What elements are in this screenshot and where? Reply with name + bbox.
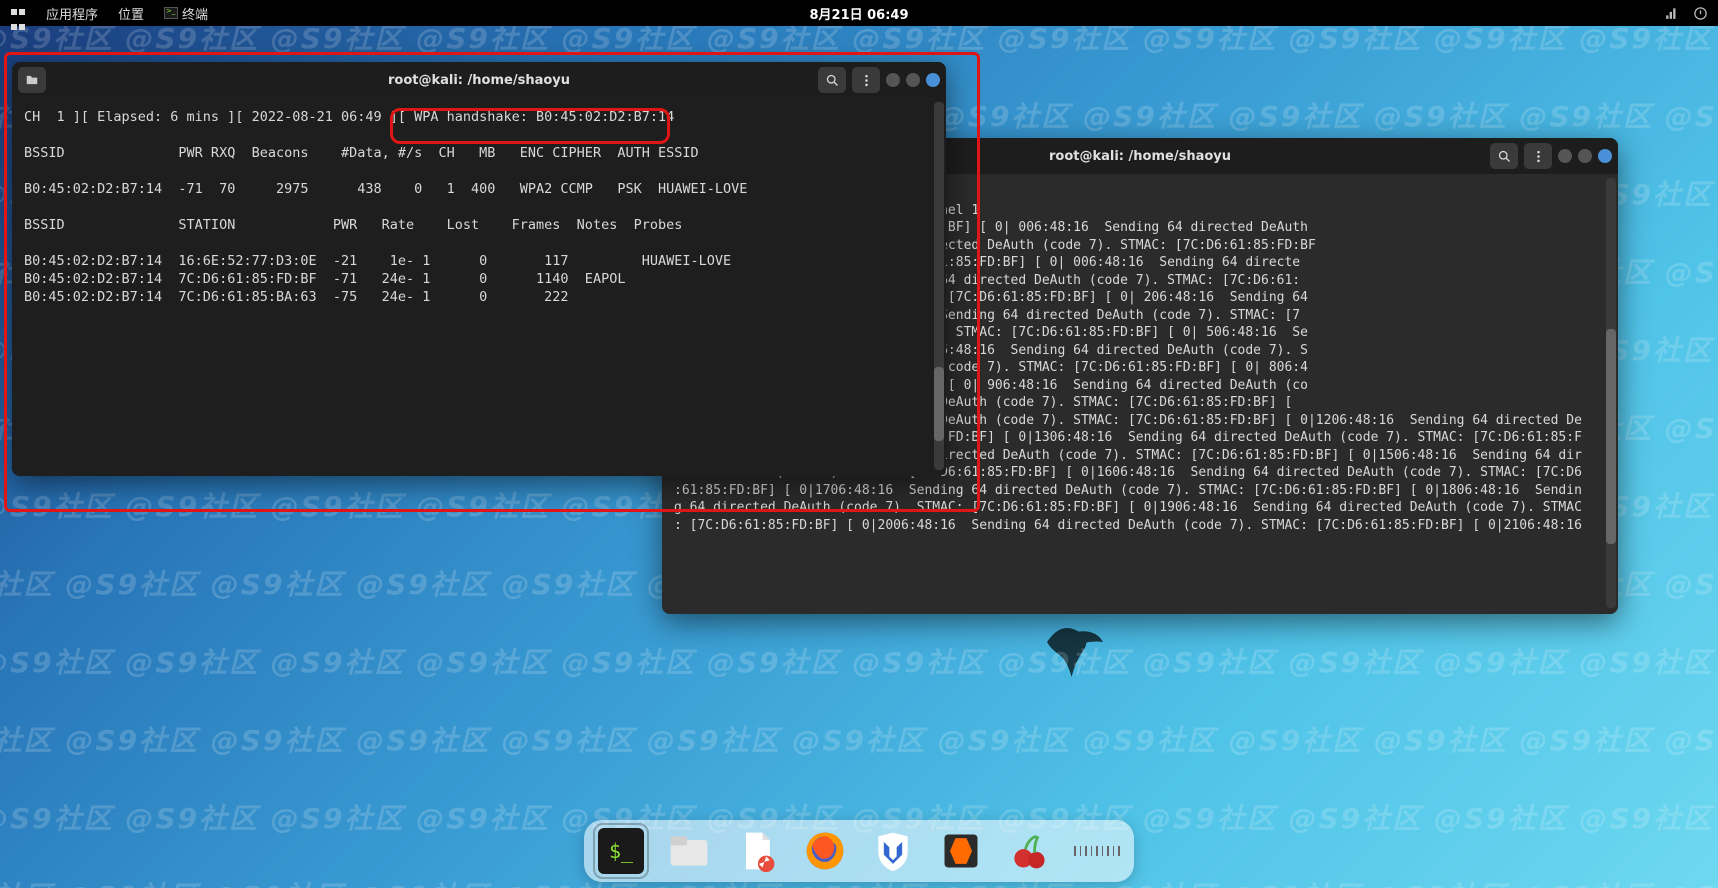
station-row: B0:45:02:D2:B7:14 16:6E:52:77:D3:0E -21 …: [24, 253, 731, 269]
cherrytree-icon: [1007, 829, 1051, 873]
close-button[interactable]: [1598, 149, 1612, 163]
dock: $_: [584, 820, 1134, 882]
status-line: CH 1 ][ Elapsed: 6 mins ][ 2022-08-21 06…: [24, 109, 674, 125]
firefox-icon: [803, 829, 847, 873]
burpsuite-icon: [939, 829, 983, 873]
ap-row: B0:45:02:D2:B7:14 -71 70 2975 438 0 1 40…: [24, 181, 747, 197]
dock-terminal[interactable]: $_: [598, 828, 644, 874]
search-icon: [1497, 149, 1512, 164]
dock-burpsuite[interactable]: [938, 828, 984, 874]
menu-button[interactable]: [852, 67, 880, 93]
applications-menu[interactable]: 应用程序: [46, 4, 98, 23]
dock-text-editor[interactable]: [734, 828, 780, 874]
dock-firefox[interactable]: [802, 828, 848, 874]
scrollbar[interactable]: [934, 102, 944, 470]
folder-icon: [24, 73, 40, 87]
terminal-output-1[interactable]: CH 1 ][ Elapsed: 6 mins ][ 2022-08-21 06…: [12, 98, 946, 476]
files-icon: [667, 829, 711, 873]
search-icon: [825, 73, 840, 88]
text-editor-icon: [735, 829, 779, 873]
station-row: B0:45:02:D2:B7:14 7C:D6:61:85:BA:63 -75 …: [24, 289, 569, 305]
dock-files[interactable]: [666, 828, 712, 874]
terminal-mini-icon: [164, 7, 178, 19]
power-icon[interactable]: [1693, 6, 1708, 21]
minimize-button[interactable]: [1558, 149, 1572, 163]
kali-dragon-icon: [1040, 614, 1110, 684]
search-button[interactable]: [1490, 143, 1518, 169]
station-header: BSSID STATION PWR Rate Lost Frames Notes…: [24, 217, 682, 233]
titlebar-1[interactable]: root@kali: /home/shaoyu: [12, 62, 946, 98]
window-title-1: root@kali: /home/shaoyu: [388, 73, 570, 88]
window-title-2: root@kali: /home/shaoyu: [1049, 149, 1231, 164]
close-button[interactable]: [926, 73, 940, 87]
terminal-label: 终端: [182, 4, 208, 23]
maximize-button[interactable]: [1578, 149, 1592, 163]
dock-metasploit[interactable]: [870, 828, 916, 874]
datetime-label[interactable]: 8月21日 06:49: [809, 4, 908, 23]
new-tab-button[interactable]: [18, 67, 46, 93]
terminal-panel-item[interactable]: 终端: [164, 4, 208, 23]
scrollbar[interactable]: [1606, 178, 1616, 608]
dock-cherrytree[interactable]: [1006, 828, 1052, 874]
network-icon[interactable]: [1665, 6, 1679, 20]
terminal-window-1[interactable]: root@kali: /home/shaoyu CH 1 ][ Elapsed:…: [12, 62, 946, 476]
activities-icon[interactable]: [10, 5, 26, 21]
menu-button[interactable]: [1524, 143, 1552, 169]
search-button[interactable]: [818, 67, 846, 93]
maximize-button[interactable]: [906, 73, 920, 87]
menu-icon: [1531, 149, 1546, 164]
menu-icon: [859, 73, 874, 88]
ap-header: BSSID PWR RXQ Beacons #Data, #/s CH MB E…: [24, 145, 699, 161]
minimize-button[interactable]: [886, 73, 900, 87]
dock-apps-grid[interactable]: [1074, 828, 1120, 874]
top-panel: 应用程序 位置 终端 8月21日 06:49: [0, 0, 1718, 26]
places-menu[interactable]: 位置: [118, 4, 144, 23]
metasploit-icon: [871, 829, 915, 873]
station-row: B0:45:02:D2:B7:14 7C:D6:61:85:FD:BF -71 …: [24, 271, 625, 287]
